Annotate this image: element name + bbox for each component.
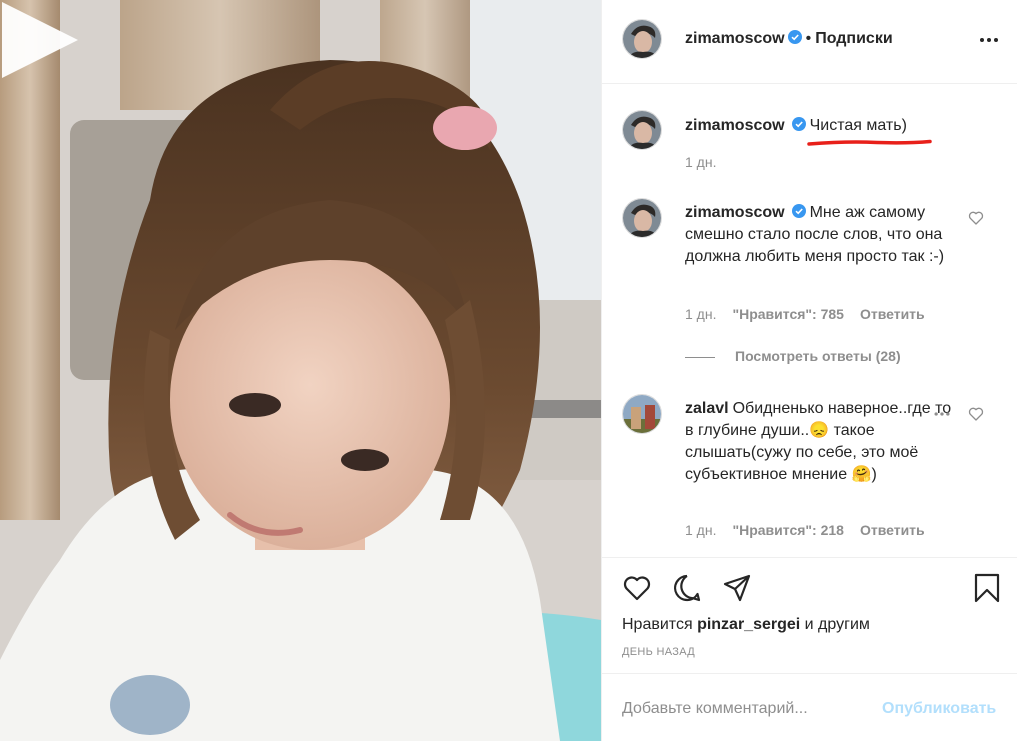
comment-meta: 1 дн. "Нравится": 218 Ответить bbox=[685, 522, 941, 538]
avatar-image bbox=[623, 199, 661, 237]
author-avatar[interactable] bbox=[622, 19, 662, 59]
comment-avatar[interactable] bbox=[622, 198, 662, 238]
comment-time[interactable]: 1 дн. bbox=[685, 306, 716, 322]
avatar-image bbox=[623, 20, 661, 58]
separator-dot: • bbox=[805, 30, 812, 47]
comment-more-icon[interactable] bbox=[932, 404, 952, 424]
comment-username[interactable]: zimamoscow bbox=[685, 204, 785, 221]
comment-heart-icon[interactable] bbox=[968, 406, 984, 422]
verified-badge-icon bbox=[791, 204, 806, 218]
comment-username[interactable]: zalavl bbox=[685, 400, 729, 417]
avatar-image bbox=[623, 395, 661, 433]
caption-text: Чистая мать) bbox=[809, 117, 907, 134]
instagram-post: zimamoscow • Подписки zimamoscow Чистая мат… bbox=[0, 0, 1017, 741]
more-icon[interactable] bbox=[977, 28, 1001, 52]
post-actions: Нравится pinzar_sergei и другим ДЕНЬ НАЗ… bbox=[602, 557, 1017, 673]
verified-badge-icon bbox=[791, 117, 806, 131]
bookmark-icon[interactable] bbox=[972, 573, 1002, 603]
comment-icon[interactable] bbox=[672, 573, 702, 603]
red-underline-annotation bbox=[807, 139, 932, 146]
heart-icon[interactable] bbox=[622, 573, 652, 603]
view-replies-button[interactable]: Посмотреть ответы (28) bbox=[685, 348, 901, 364]
comment-heart-icon[interactable] bbox=[968, 210, 984, 226]
play-icon[interactable] bbox=[0, 0, 80, 80]
sad-emoji: 😞 bbox=[809, 422, 830, 439]
video-frame-illustration bbox=[0, 0, 601, 741]
view-replies-label: Посмотреть ответы (28) bbox=[735, 348, 901, 364]
likes-line: Нравится pinzar_sergei и другим bbox=[622, 616, 870, 634]
comment-likes[interactable]: "Нравится": 218 bbox=[732, 522, 843, 538]
caption-time[interactable]: 1 дн. bbox=[685, 154, 716, 170]
likes-user[interactable]: pinzar_sergei bbox=[697, 616, 800, 633]
comment-text-block: zalavl Обидненько наверное..где то в глуб… bbox=[685, 398, 955, 486]
likes-suffix[interactable]: и другим bbox=[805, 616, 870, 633]
follow-button[interactable]: Подписки bbox=[815, 30, 892, 47]
comment-text-block: zimamoscow Мне аж самому смешно стало пос… bbox=[685, 202, 955, 268]
reply-button[interactable]: Ответить bbox=[860, 306, 925, 322]
avatar-image bbox=[623, 111, 661, 149]
post-side-panel: zimamoscow • Подписки zimamoscow Чистая мат… bbox=[601, 0, 1017, 741]
comment-likes[interactable]: "Нравится": 785 bbox=[732, 306, 843, 322]
comment-text-part3: ) bbox=[871, 466, 877, 483]
post-header: zimamoscow • Подписки bbox=[602, 0, 1017, 84]
comment-input[interactable] bbox=[622, 698, 872, 720]
comment-avatar[interactable] bbox=[622, 394, 662, 434]
reply-button[interactable]: Ответить bbox=[860, 522, 925, 538]
header-user: zimamoscow • Подписки bbox=[685, 30, 893, 48]
post-time[interactable]: ДЕНЬ НАЗАД bbox=[622, 646, 695, 658]
caption-meta: 1 дн. bbox=[685, 154, 732, 170]
post-video[interactable] bbox=[0, 0, 601, 741]
comment-meta: 1 дн. "Нравится": 785 Ответить bbox=[685, 306, 941, 322]
replies-divider bbox=[685, 356, 715, 358]
likes-prefix: Нравится bbox=[622, 616, 693, 633]
caption-text-block: zimamoscow Чистая мать) bbox=[685, 115, 955, 137]
caption-avatar[interactable] bbox=[622, 110, 662, 150]
publish-button[interactable]: Опубликовать bbox=[882, 700, 996, 718]
verified-badge-icon bbox=[787, 30, 802, 44]
comment-time[interactable]: 1 дн. bbox=[685, 522, 716, 538]
add-comment-bar: Опубликовать bbox=[602, 673, 1017, 741]
hug-emoji: 🤗 bbox=[851, 466, 872, 483]
header-username[interactable]: zimamoscow bbox=[685, 30, 785, 47]
share-icon[interactable] bbox=[722, 573, 752, 603]
caption-username[interactable]: zimamoscow bbox=[685, 117, 785, 134]
